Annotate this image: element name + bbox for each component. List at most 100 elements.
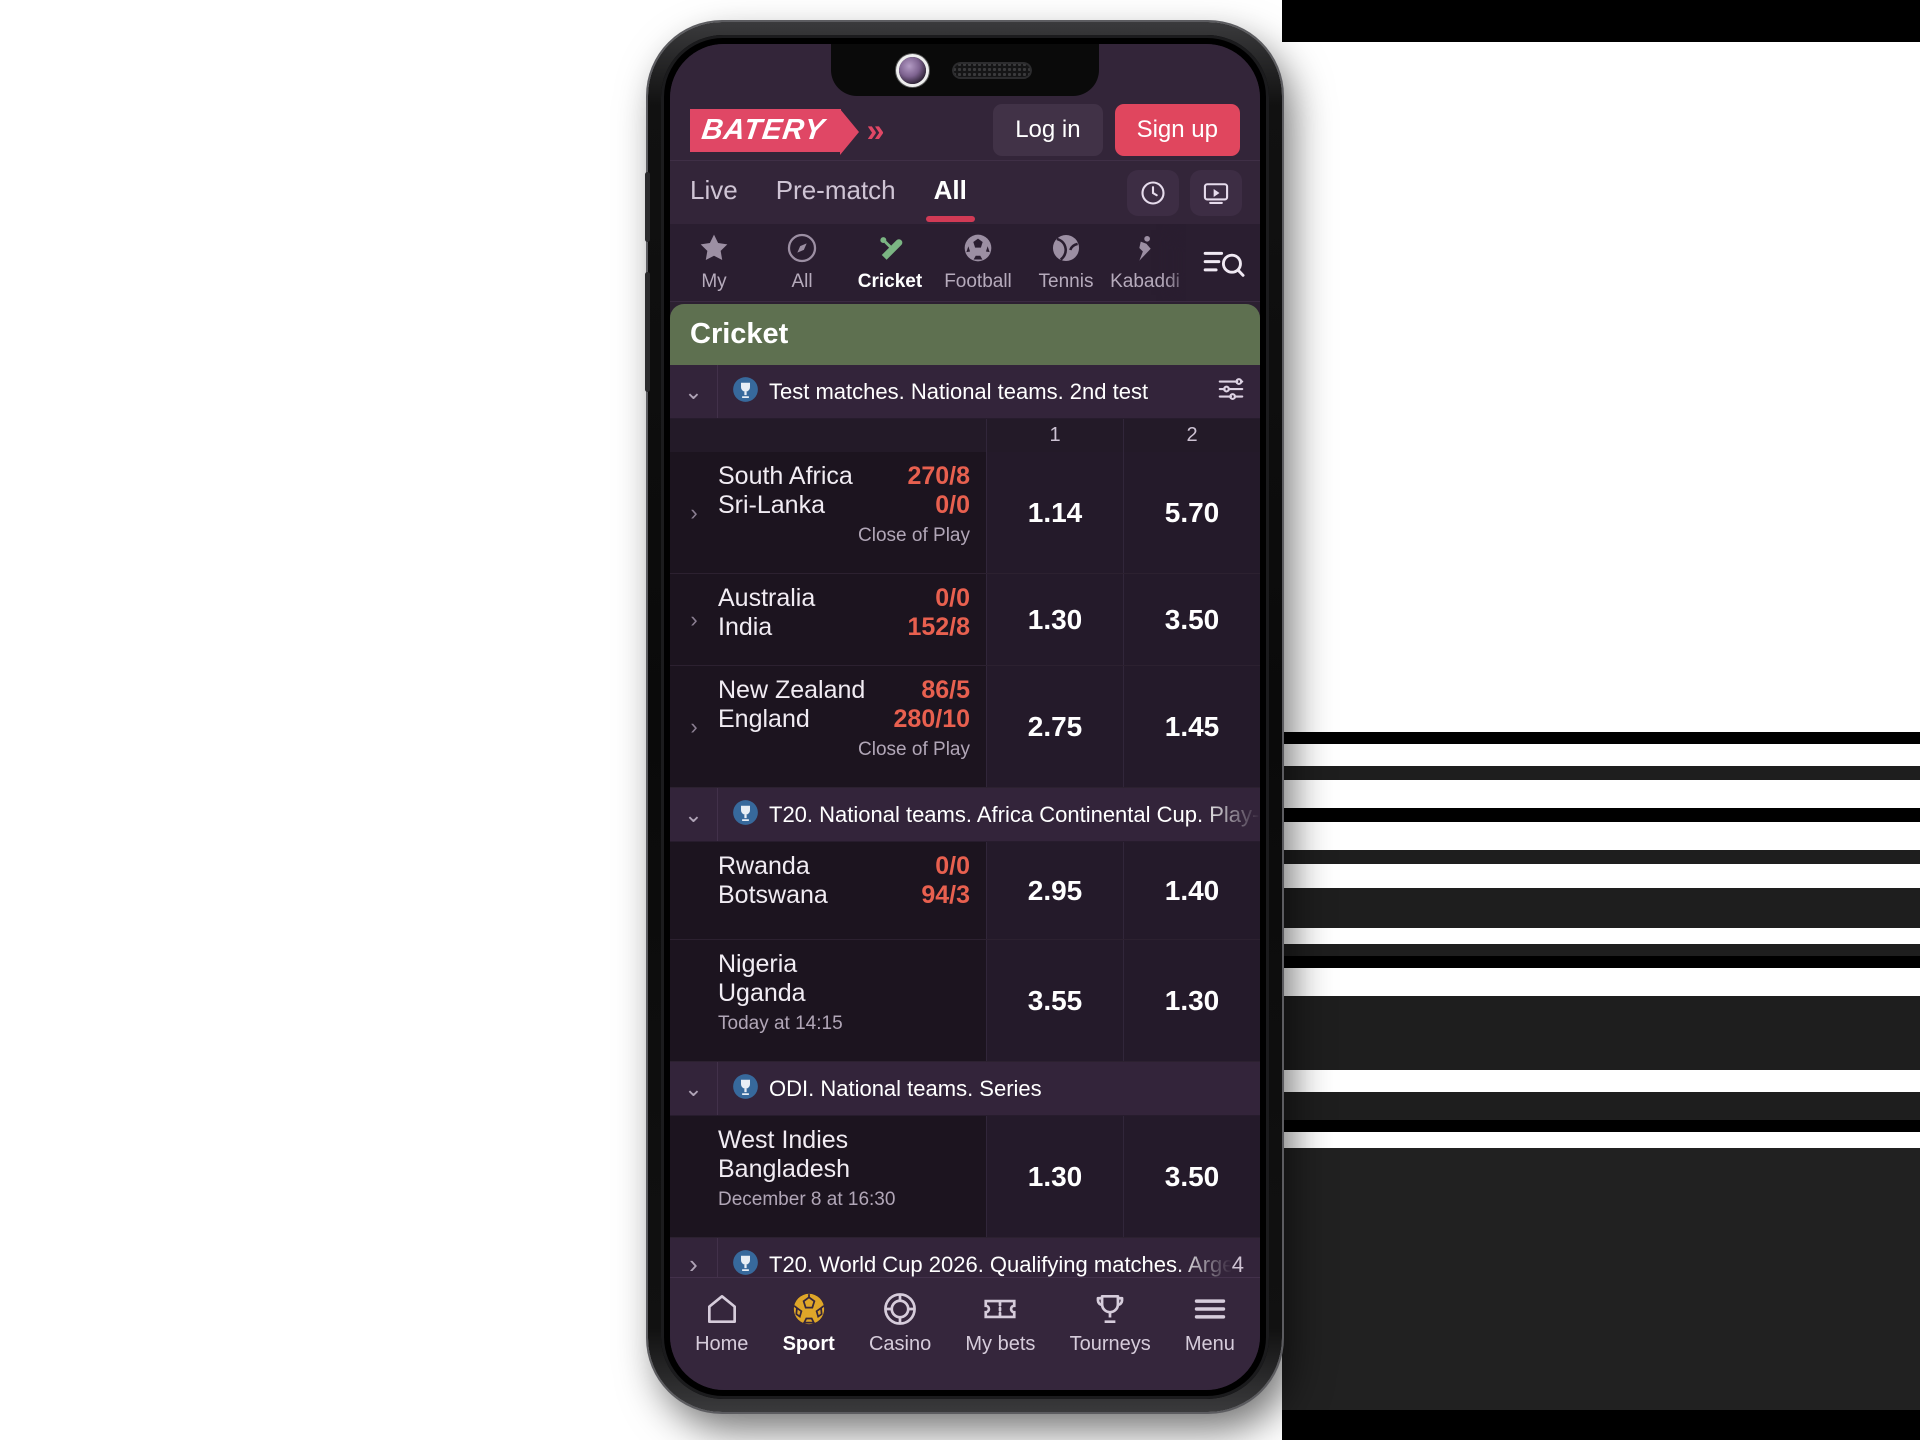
- chevron-right-icon[interactable]: ›: [670, 452, 718, 573]
- home-team-score: 270/8: [907, 462, 970, 490]
- nav-item-sport[interactable]: Sport: [783, 1290, 835, 1356]
- odd-button-1[interactable]: 2.75: [986, 666, 1123, 787]
- chevron-down-icon[interactable]: ⌄: [670, 365, 718, 418]
- away-team-score: 0/0: [935, 491, 970, 519]
- odd-button-2[interactable]: 3.50: [1123, 574, 1260, 665]
- tennis-icon: [1049, 229, 1083, 267]
- star-icon: [697, 229, 731, 267]
- odd-button-2[interactable]: 1.30: [1123, 940, 1260, 1061]
- match-info: Rwanda 0/0 Botswana 94/3: [718, 842, 986, 939]
- match-odds: 2.75 1.45: [986, 666, 1260, 787]
- trophy-icon: [1096, 1294, 1124, 1324]
- home-team-name: South Africa: [718, 462, 853, 490]
- filter-search-icon[interactable]: [1186, 224, 1260, 301]
- away-team-name: Uganda: [718, 979, 806, 1007]
- login-button[interactable]: Log in: [993, 104, 1103, 156]
- match-list[interactable]: ⌄ Test matches. National teams. 2nd test: [670, 365, 1260, 1277]
- match-row[interactable]: › Australia 0/0 India 152/8 1.30 3.50: [670, 574, 1260, 666]
- away-team-score: 152/8: [907, 613, 970, 641]
- chevron-right-icon[interactable]: [670, 842, 718, 939]
- live-stream-icon[interactable]: [1190, 169, 1242, 216]
- nav-item-casino[interactable]: Casino: [869, 1290, 931, 1356]
- odd-button-2[interactable]: 5.70: [1123, 452, 1260, 573]
- brand-chevron-icon: »: [866, 112, 885, 148]
- home-indicator: [670, 1374, 1260, 1390]
- match-row[interactable]: › South Africa 270/8 Sri-Lanka 0/0 Close…: [670, 452, 1260, 574]
- match-odds: 2.95 1.40: [986, 842, 1260, 939]
- chevron-right-icon[interactable]: ›: [670, 574, 718, 665]
- football-icon: [961, 229, 995, 267]
- tournament-filter-icon[interactable]: [1216, 374, 1260, 409]
- match-team-line: Sri-Lanka 0/0: [718, 491, 970, 520]
- artifact-band: [1282, 968, 1920, 996]
- home-team-score: 86/5: [921, 676, 970, 704]
- home-team-name: Rwanda: [718, 852, 810, 880]
- match-team-line: Uganda: [718, 979, 970, 1008]
- sports-category-strip[interactable]: Top My All: [670, 224, 1260, 302]
- odd-button-1[interactable]: 3.55: [986, 940, 1123, 1061]
- home-team-name: West Indies: [718, 1126, 849, 1154]
- compass-icon: [785, 229, 819, 267]
- phone-notch: [831, 44, 1099, 96]
- chevron-right-icon[interactable]: [670, 1116, 718, 1237]
- match-team-line: West Indies: [718, 1126, 970, 1155]
- sport-tab-football[interactable]: Football: [934, 229, 1022, 301]
- match-info: Nigeria Uganda Today at 14:15: [718, 940, 986, 1061]
- clock-icon[interactable]: [1127, 169, 1179, 216]
- match-info: Australia 0/0 India 152/8: [718, 574, 986, 665]
- sport-tab-kabaddi[interactable]: Kabaddi: [1110, 229, 1180, 301]
- odd-button-1[interactable]: 1.14: [986, 452, 1123, 573]
- away-team-name: England: [718, 705, 810, 733]
- sport-tab-cricket[interactable]: Cricket: [846, 229, 934, 301]
- match-row[interactable]: › New Zealand 86/5 England 280/10 Close …: [670, 666, 1260, 788]
- tab-pre-match[interactable]: Pre-match: [774, 163, 898, 222]
- match-status: December 8 at 16:30: [718, 1189, 896, 1210]
- nav-item-my-bets[interactable]: My bets: [965, 1290, 1035, 1356]
- sport-tab-label: Football: [944, 271, 1012, 292]
- chevron-down-icon[interactable]: ⌄: [670, 788, 718, 841]
- chevron-down-icon[interactable]: ⌄: [670, 1062, 718, 1115]
- tournament-badge-icon: [732, 799, 759, 831]
- artifact-band: [1282, 822, 1920, 850]
- odd-button-2[interactable]: 1.40: [1123, 842, 1260, 939]
- nav-item-home[interactable]: Home: [695, 1290, 748, 1356]
- chevron-right-icon[interactable]: [670, 940, 718, 1061]
- match-row[interactable]: West Indies Bangladesh December 8 at 16:…: [670, 1116, 1260, 1238]
- artifact-band: [1282, 732, 1920, 744]
- artifact-band: [1282, 1070, 1920, 1092]
- sport-tab-my[interactable]: My: [670, 229, 758, 301]
- match-row[interactable]: Rwanda 0/0 Botswana 94/3 2.95 1.40: [670, 842, 1260, 940]
- odd-button-2[interactable]: 3.50: [1123, 1116, 1260, 1237]
- odd-button-1[interactable]: 2.95: [986, 842, 1123, 939]
- away-team-name: Bangladesh: [718, 1155, 851, 1183]
- tournament-header[interactable]: ⌄ T20. National teams. Africa Continenta…: [670, 788, 1260, 842]
- brand-logo-badge: BATERY: [690, 108, 859, 155]
- tab-all[interactable]: All: [925, 163, 976, 222]
- match-row[interactable]: Nigeria Uganda Today at 14:15 3.55 1.30: [670, 940, 1260, 1062]
- brand-logo[interactable]: BATERY »: [690, 108, 885, 155]
- artifact-band: [1282, 956, 1920, 968]
- tab-live[interactable]: Live: [688, 163, 740, 222]
- sport-tab-all[interactable]: All: [758, 229, 846, 301]
- signup-button[interactable]: Sign up: [1114, 104, 1240, 156]
- chevron-right-icon[interactable]: ›: [670, 1238, 718, 1277]
- odd-button-1[interactable]: 1.30: [986, 1116, 1123, 1237]
- phone-bezel: BATERY » Log in Sign up Live Pre-match A…: [661, 35, 1269, 1399]
- nav-item-tourneys[interactable]: Tourneys: [1070, 1290, 1151, 1356]
- odd-button-2[interactable]: 1.45: [1123, 666, 1260, 787]
- sport-tab-label: Tennis: [1038, 271, 1094, 292]
- ball-icon: [793, 1293, 825, 1326]
- nav-item-menu[interactable]: Menu: [1185, 1290, 1235, 1356]
- sport-tab-tennis[interactable]: Tennis: [1022, 229, 1110, 301]
- match-info: South Africa 270/8 Sri-Lanka 0/0 Close o…: [718, 452, 986, 573]
- match-status: Today at 14:15: [718, 1013, 843, 1034]
- artifact-band: [1282, 996, 1920, 1070]
- tournament-header[interactable]: ⌄ Test matches. National teams. 2nd test: [670, 365, 1260, 419]
- tournament-header[interactable]: › T20. World Cup 2026. Qualifying matche…: [670, 1238, 1260, 1277]
- odd-button-1[interactable]: 1.30: [986, 574, 1123, 665]
- phone-device: BATERY » Log in Sign up Live Pre-match A…: [645, 22, 1282, 1412]
- tournament-name: ODI. National teams. Series: [769, 1075, 1042, 1101]
- odds-header-spacer: [670, 419, 986, 452]
- tournament-header[interactable]: ⌄ ODI. National teams. Series: [670, 1062, 1260, 1116]
- chevron-right-icon[interactable]: ›: [670, 666, 718, 787]
